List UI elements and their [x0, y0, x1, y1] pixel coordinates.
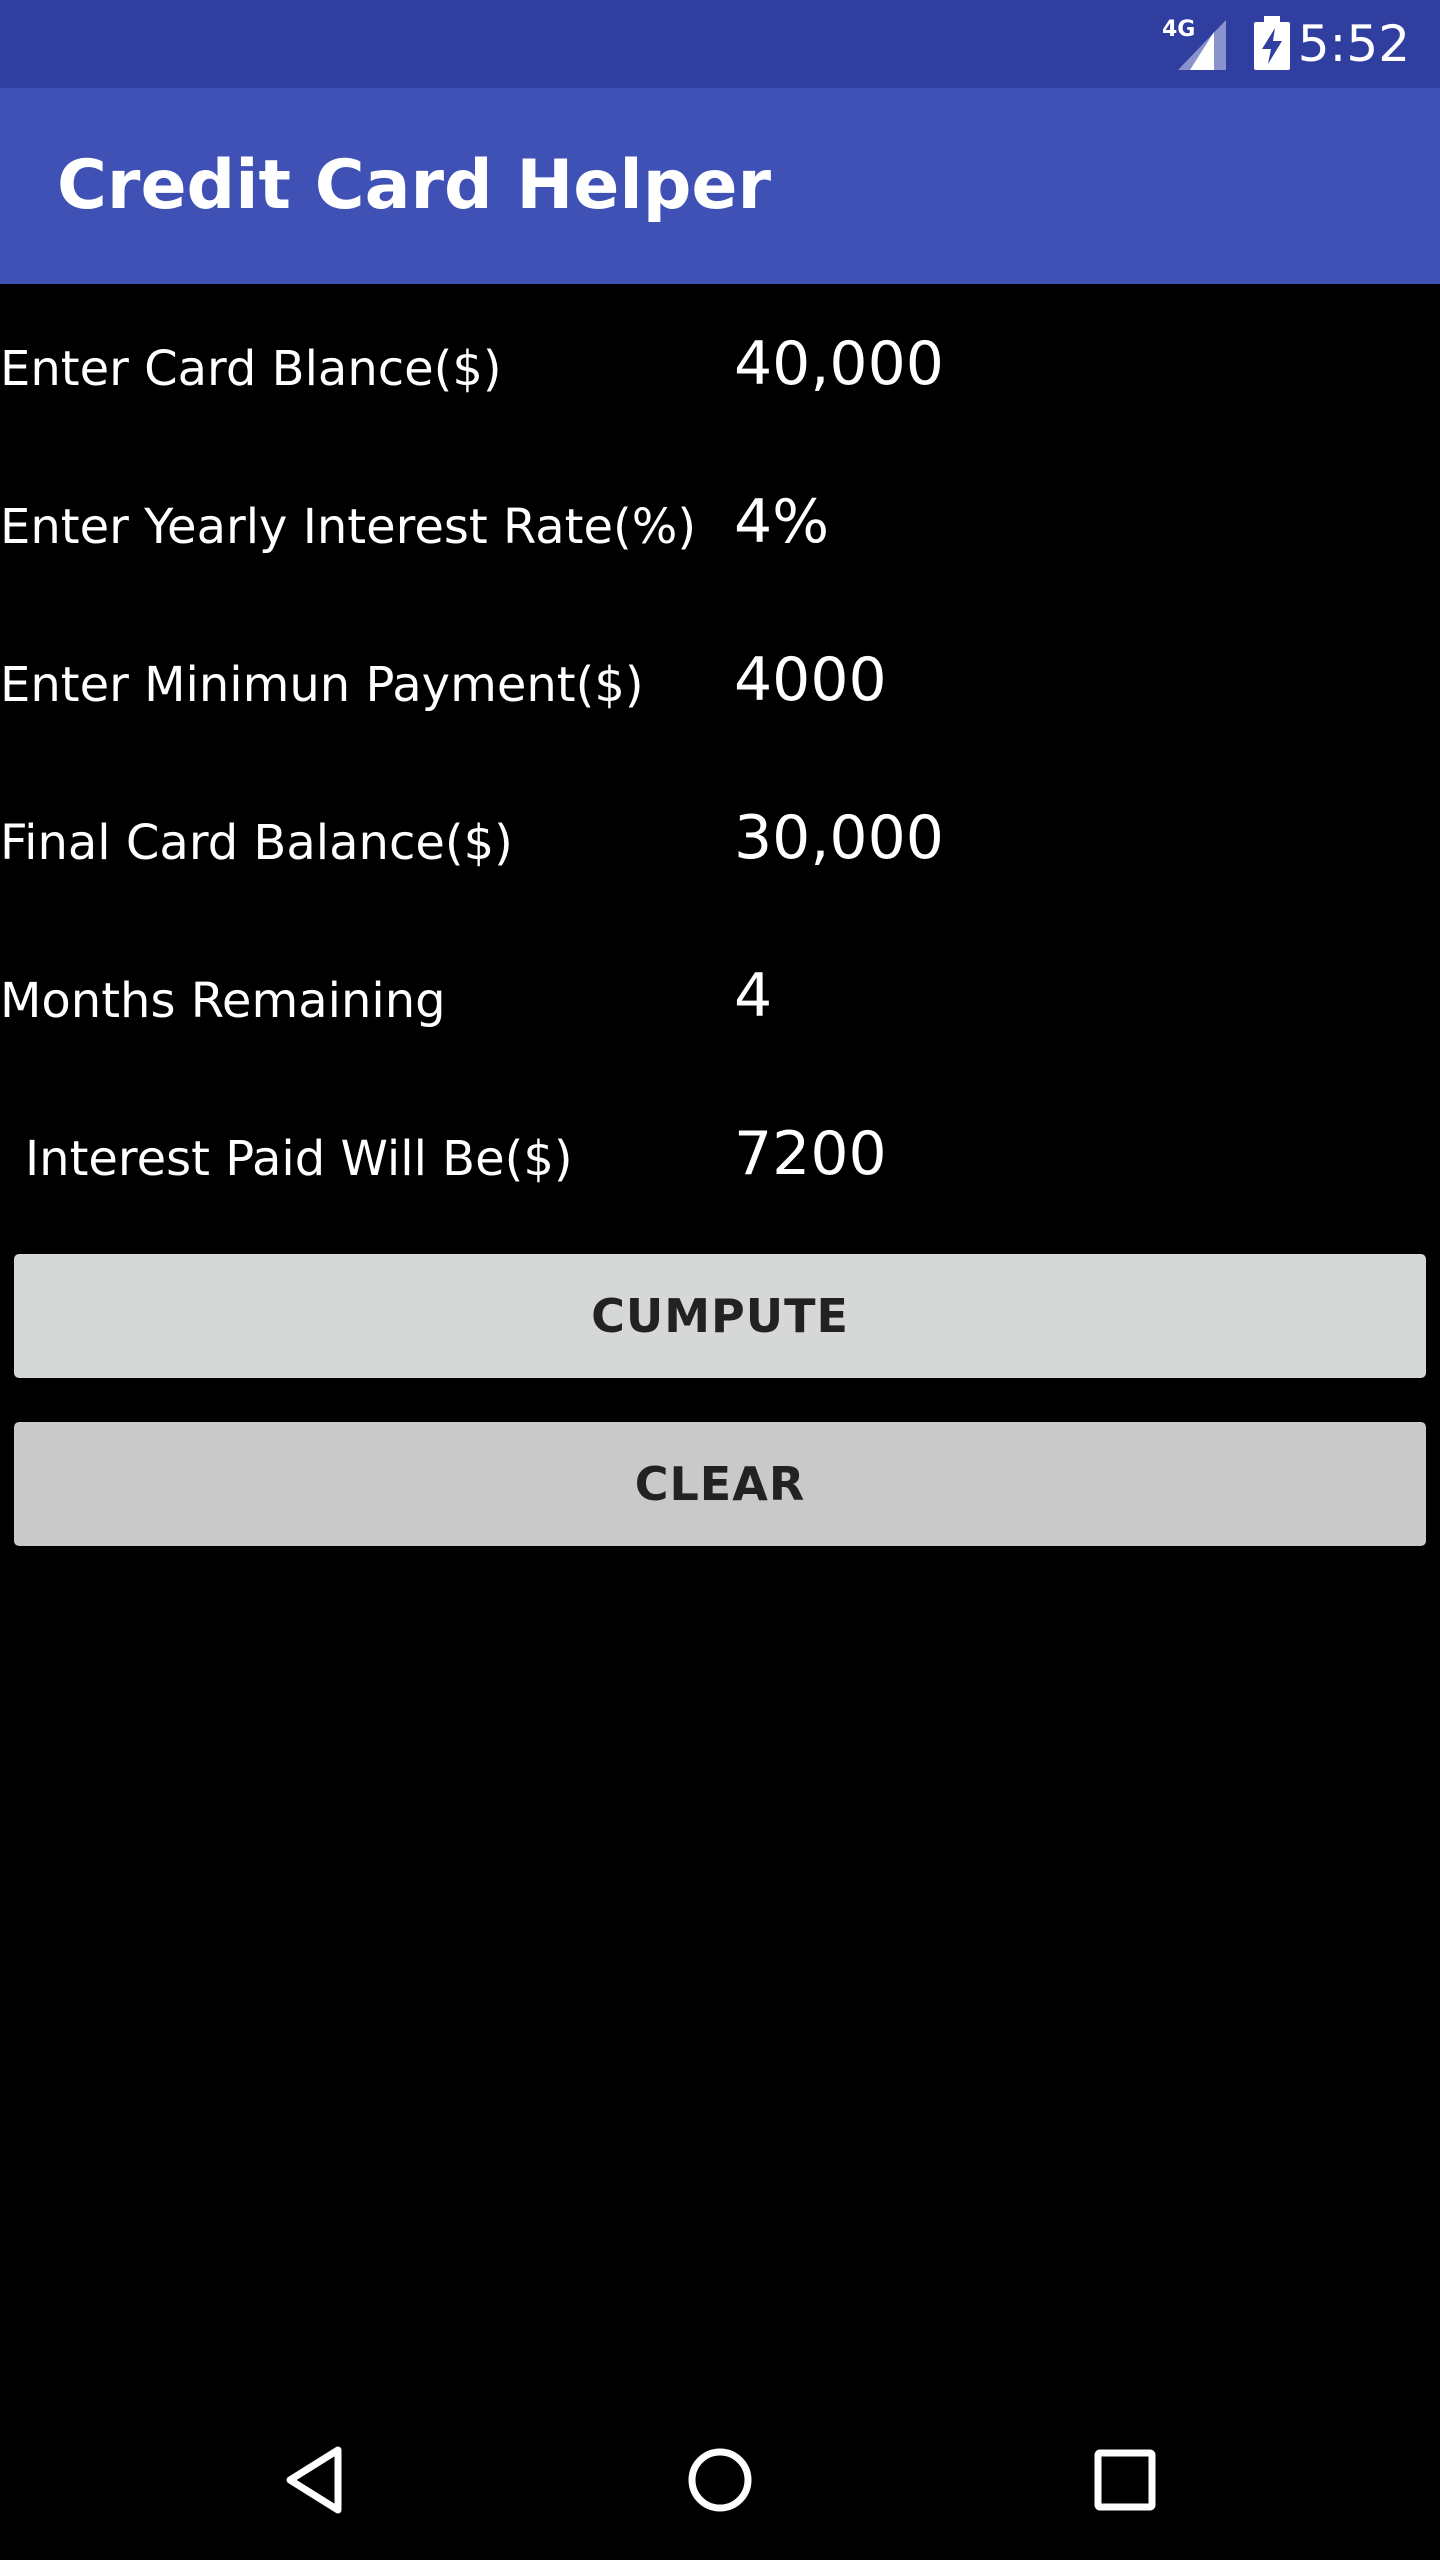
- status-bar: 4G 5:52: [0, 0, 1440, 88]
- app-bar: Credit Card Helper: [0, 88, 1440, 284]
- signal-icon: 4G: [1162, 17, 1226, 70]
- interest-rate-label: Enter Yearly Interest Rate(%): [0, 499, 697, 555]
- home-icon[interactable]: [680, 2440, 760, 2520]
- final-balance-value: 30,000: [734, 803, 944, 873]
- interest-rate-input[interactable]: 4%: [734, 448, 829, 596]
- minimum-payment-label: Enter Minimun Payment($): [0, 657, 644, 713]
- card-balance-input[interactable]: 40,000: [734, 290, 944, 438]
- final-balance-row: Final Card Balance($) 30,000: [0, 764, 1440, 922]
- interest-paid-value: 7200: [734, 1119, 887, 1189]
- card-balance-label: Enter Card Blance($): [0, 341, 502, 397]
- back-icon[interactable]: [276, 2440, 356, 2520]
- app-title: Credit Card Helper: [57, 146, 772, 225]
- compute-button[interactable]: CUMPUTE: [14, 1254, 1426, 1378]
- status-time: 5:52: [1297, 15, 1410, 73]
- clear-button[interactable]: CLEAR: [14, 1422, 1426, 1546]
- network-type-label: 4G: [1162, 17, 1195, 42]
- minimum-payment-row: Enter Minimun Payment($) 4000: [0, 606, 1440, 764]
- interest-rate-row: Enter Yearly Interest Rate(%) 4%: [0, 448, 1440, 606]
- card-balance-row: Enter Card Blance($) 40,000: [0, 290, 1440, 448]
- recents-icon[interactable]: [1085, 2440, 1165, 2520]
- battery-charging-icon: [1254, 16, 1290, 70]
- months-remaining-label: Months Remaining: [0, 973, 446, 1029]
- interest-paid-row: Interest Paid Will Be($) 7200: [0, 1080, 1440, 1238]
- minimum-payment-input[interactable]: 4000: [734, 606, 887, 754]
- interest-paid-label: Interest Paid Will Be($): [25, 1131, 573, 1187]
- months-remaining-row: Months Remaining 4: [0, 922, 1440, 1080]
- months-remaining-value: 4: [734, 961, 773, 1031]
- final-balance-label: Final Card Balance($): [0, 815, 513, 871]
